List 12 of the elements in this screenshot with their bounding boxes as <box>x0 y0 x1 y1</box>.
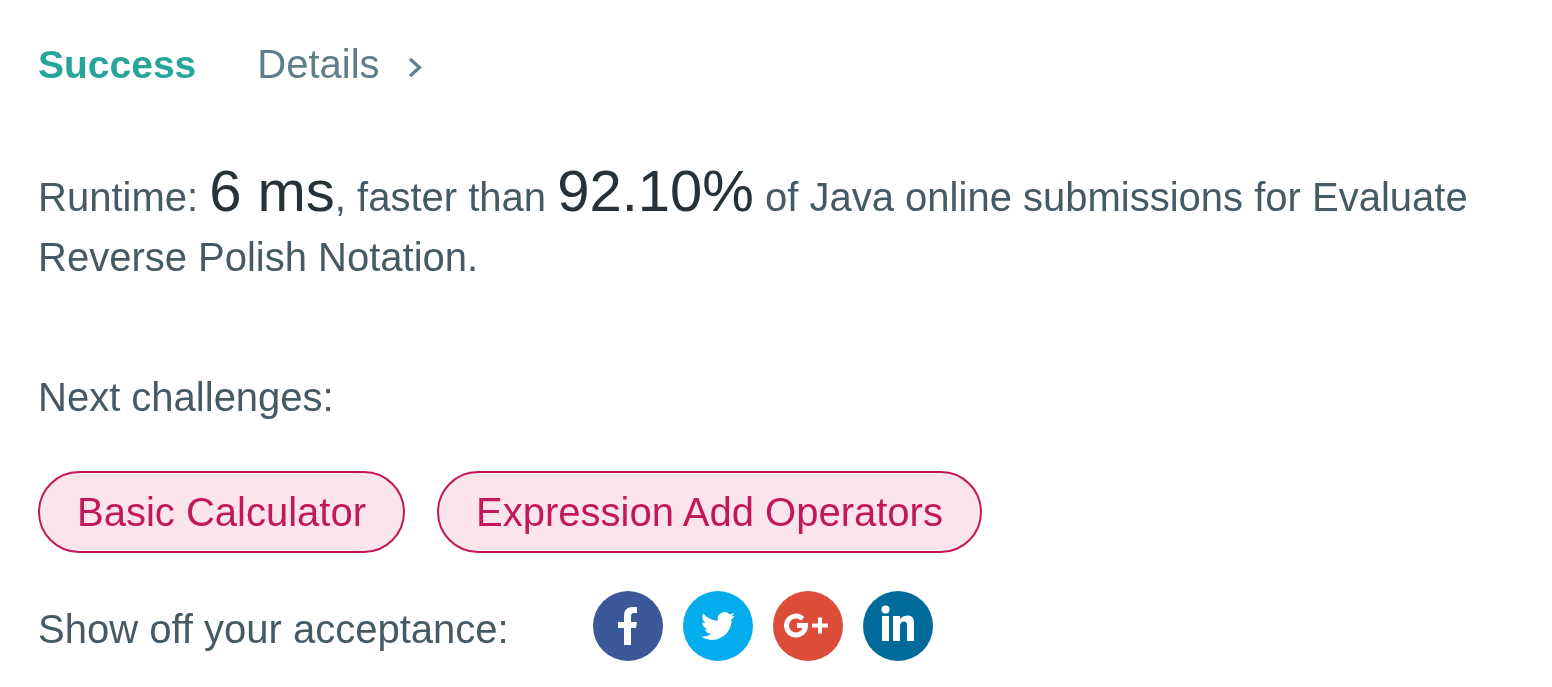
section-heading: Next challenges: <box>38 374 335 421</box>
status-text: Success <box>38 45 197 84</box>
challenge-button[interactable]: Basic Calculator <box>38 471 405 553</box>
runtime-summary: Runtime: 6 ms, faster than 92.10% of Java online submissions for Evaluate Reverse Polish Notation. <box>38 167 1469 281</box>
google-plus-icon[interactable] <box>772 591 843 661</box>
facebook-icon[interactable] <box>592 591 663 661</box>
twitter-icon[interactable] <box>682 591 753 661</box>
challenge-button[interactable]: Expression Add Operators <box>437 471 982 553</box>
linkedin-icon[interactable] <box>862 591 933 661</box>
chevron-right-icon <box>407 57 422 78</box>
share-label: Show off your acceptance: <box>38 609 509 649</box>
details-link[interactable]: Details <box>257 44 422 84</box>
